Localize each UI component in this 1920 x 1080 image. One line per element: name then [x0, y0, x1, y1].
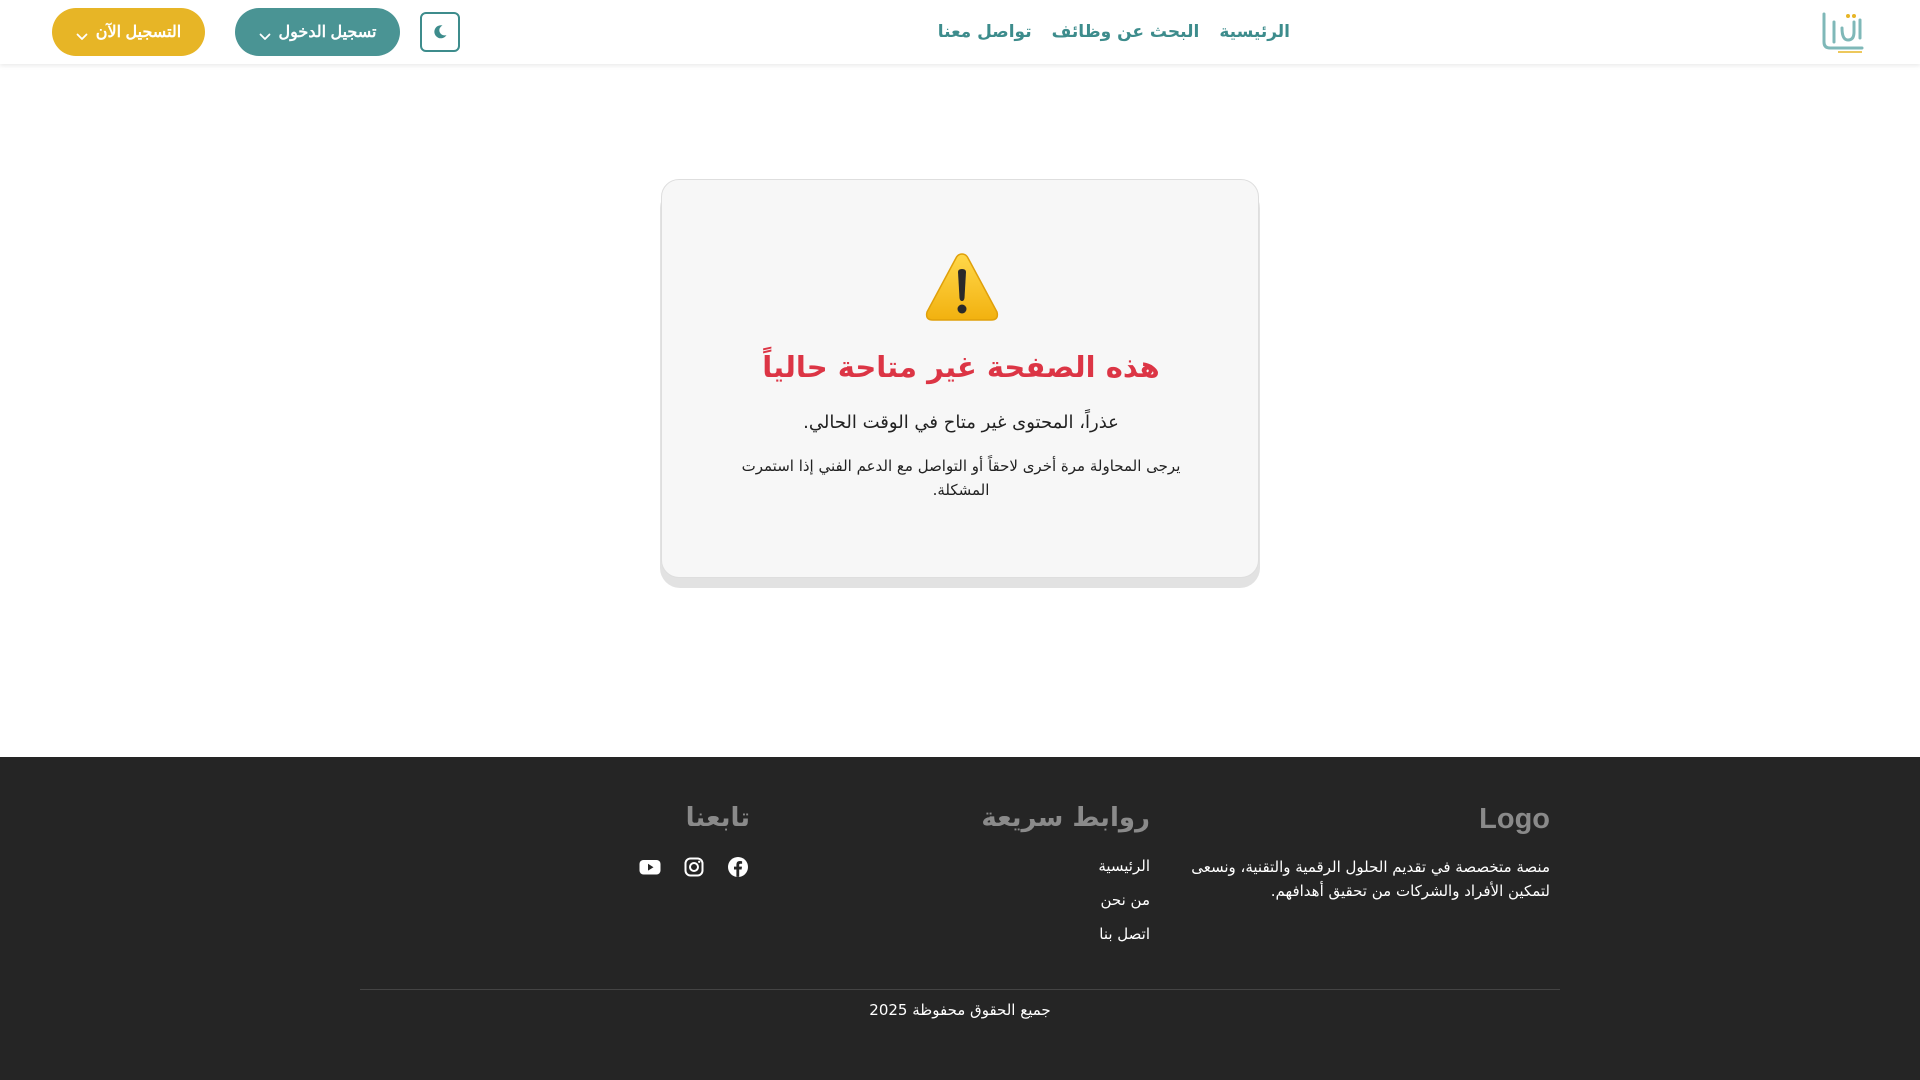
- login-button[interactable]: تسجيل الدخول: [235, 8, 400, 56]
- copyright-text: جميع الحقوق محفوظة 2025: [869, 1001, 1051, 1019]
- site-header: الرئيسية البحث عن وظائف تواصل معنا تسجيل…: [0, 0, 1920, 64]
- footer-link-contact[interactable]: اتصل بنا: [1098, 917, 1150, 951]
- brand-logo-icon[interactable]: [1816, 8, 1872, 56]
- footer-link-home[interactable]: الرئيسية: [1098, 849, 1150, 883]
- quick-links-heading: روابط سريعة: [981, 803, 1150, 833]
- unavailable-card: هذه الصفحة غير متاحة حالياً عذراً، المحت…: [661, 179, 1259, 578]
- nav-home[interactable]: الرئيسية: [1219, 22, 1290, 42]
- chevron-down-icon: [76, 28, 88, 40]
- footer-link-about[interactable]: من نحن: [1098, 883, 1151, 917]
- register-button-label: التسجيل الآن: [95, 24, 182, 41]
- login-button-label: تسجيل الدخول: [278, 24, 377, 41]
- footer-about-text: منصة متخصصة في تقديم الحلول الرقمية والت…: [1191, 858, 1550, 900]
- facebook-icon[interactable]: [726, 855, 750, 879]
- instagram-icon[interactable]: [682, 855, 706, 879]
- social-links: [638, 855, 750, 879]
- chevron-down-icon: [259, 28, 271, 40]
- theme-toggle-button[interactable]: [420, 12, 460, 52]
- quick-links-list: الرئيسية من نحن اتصل بنا: [1098, 849, 1150, 951]
- warning-icon: [924, 250, 1000, 324]
- youtube-icon[interactable]: [638, 855, 662, 879]
- footer-logo-heading: Logo: [1479, 803, 1550, 835]
- page-subtitle: عذراً، المحتوى غير متاح في الوقت الحالي.: [803, 412, 1119, 433]
- nav-job-search[interactable]: البحث عن وظائف: [1052, 22, 1200, 42]
- page-message: يرجى المحاولة مرة أخرى لاحقاً أو التواصل…: [741, 457, 1181, 499]
- nav-contact[interactable]: تواصل معنا: [938, 22, 1032, 42]
- site-footer: Logo منصة متخصصة في تقديم الحلول الرقمية…: [0, 757, 1920, 1080]
- main-nav: الرئيسية البحث عن وظائف تواصل معنا: [938, 0, 1290, 64]
- moon-icon: [432, 24, 448, 40]
- footer-divider: [360, 989, 1560, 990]
- follow-heading: تابعنا: [685, 803, 750, 833]
- page-title: هذه الصفحة غير متاحة حالياً: [762, 350, 1160, 384]
- register-button[interactable]: التسجيل الآن: [52, 8, 205, 56]
